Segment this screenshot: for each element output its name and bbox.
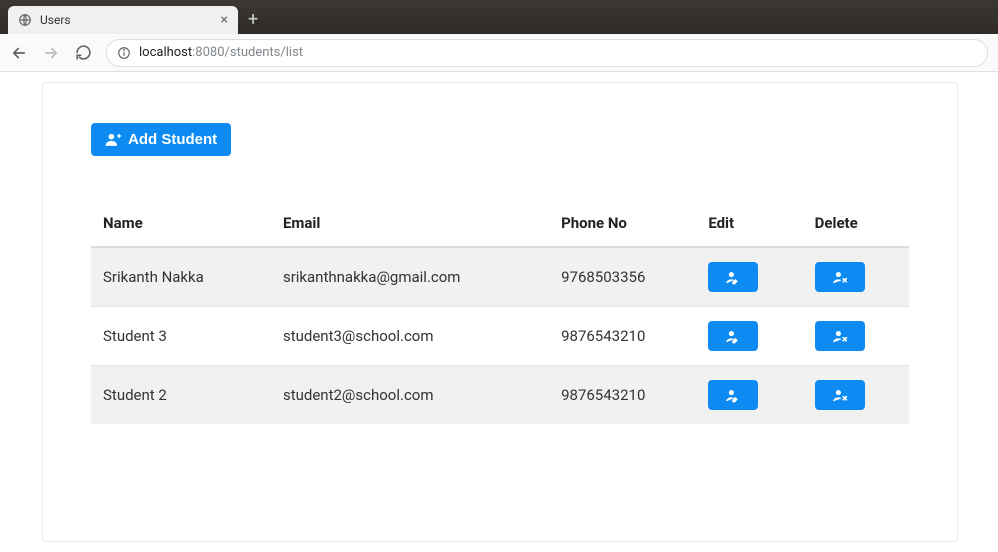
table-header-row: Name Email Phone No Edit Delete — [91, 200, 909, 247]
cell-edit — [696, 366, 802, 425]
url-path: :8080/students/list — [192, 45, 303, 60]
col-email: Email — [271, 200, 549, 247]
user-edit-icon — [723, 328, 743, 344]
user-delete-icon — [830, 387, 850, 403]
url-text: localhost:8080/students/list — [139, 45, 303, 60]
user-delete-icon — [830, 269, 850, 285]
table-row: Student 3student3@school.com9876543210 — [91, 307, 909, 366]
cell-phone: 9768503356 — [549, 247, 696, 307]
browser-tab-strip: Users × + — [0, 0, 998, 34]
reload-button[interactable] — [74, 44, 92, 62]
info-icon — [117, 46, 131, 60]
forward-button[interactable] — [42, 44, 60, 62]
col-edit: Edit — [696, 200, 802, 247]
user-edit-icon — [723, 269, 743, 285]
cell-edit — [696, 247, 802, 307]
browser-toolbar: localhost:8080/students/list — [0, 34, 998, 72]
back-button[interactable] — [10, 44, 28, 62]
cell-delete — [803, 366, 909, 425]
edit-button[interactable] — [708, 321, 758, 351]
col-delete: Delete — [803, 200, 909, 247]
cell-name: Student 3 — [91, 307, 271, 366]
delete-button[interactable] — [815, 262, 865, 292]
cell-edit — [696, 307, 802, 366]
cell-name: Student 2 — [91, 366, 271, 425]
globe-icon — [18, 13, 32, 27]
add-student-button[interactable]: Add Student — [91, 123, 231, 156]
edit-button[interactable] — [708, 262, 758, 292]
address-bar[interactable]: localhost:8080/students/list — [106, 39, 988, 67]
cell-delete — [803, 247, 909, 307]
cell-delete — [803, 307, 909, 366]
edit-button[interactable] — [708, 380, 758, 410]
close-icon[interactable]: × — [221, 12, 228, 28]
students-card: Add Student Name Email Phone No Edit Del… — [42, 82, 958, 542]
cell-phone: 9876543210 — [549, 366, 696, 425]
add-student-label: Add Student — [128, 131, 217, 148]
col-name: Name — [91, 200, 271, 247]
students-table: Name Email Phone No Edit Delete Srikanth… — [91, 200, 909, 424]
user-plus-icon — [105, 131, 122, 148]
cell-email: srikanthnakka@gmail.com — [271, 247, 549, 307]
cell-email: student2@school.com — [271, 366, 549, 425]
tab-title: Users — [40, 13, 213, 27]
cell-name: Srikanth Nakka — [91, 247, 271, 307]
col-phone: Phone No — [549, 200, 696, 247]
new-tab-button[interactable]: + — [248, 9, 258, 30]
delete-button[interactable] — [815, 380, 865, 410]
url-host: localhost — [139, 45, 192, 60]
cell-phone: 9876543210 — [549, 307, 696, 366]
user-delete-icon — [830, 328, 850, 344]
table-row: Student 2student2@school.com9876543210 — [91, 366, 909, 425]
user-edit-icon — [723, 387, 743, 403]
table-row: Srikanth Nakkasrikanthnakka@gmail.com976… — [91, 247, 909, 307]
cell-email: student3@school.com — [271, 307, 549, 366]
delete-button[interactable] — [815, 321, 865, 351]
browser-tab[interactable]: Users × — [8, 6, 238, 34]
